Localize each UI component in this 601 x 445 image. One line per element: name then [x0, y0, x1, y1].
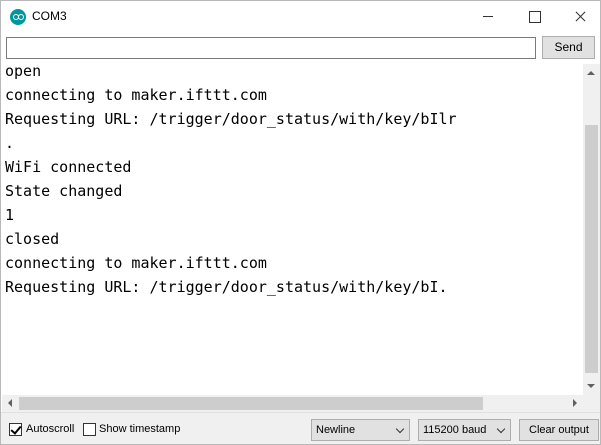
scrollbar-corner — [583, 395, 600, 412]
send-input[interactable] — [6, 37, 536, 59]
output-line: Requesting URL: /trigger/door_status/wit… — [5, 110, 457, 128]
baud-rate-select[interactable]: 115200 baud — [418, 419, 511, 441]
output-line: WiFi connected — [5, 158, 132, 176]
vertical-scrollbar[interactable] — [583, 64, 600, 395]
line-ending-select[interactable]: Newline — [311, 419, 410, 441]
minimize-icon[interactable] — [465, 1, 511, 32]
horizontal-scroll-thumb[interactable] — [19, 397, 483, 410]
line-ending-value: Newline — [316, 424, 356, 436]
chevron-down-icon — [496, 424, 506, 434]
horizontal-scrollbar[interactable] — [2, 395, 583, 412]
scroll-down-icon[interactable] — [583, 378, 600, 395]
scroll-left-icon[interactable] — [2, 395, 19, 412]
output-line: open — [5, 64, 42, 80]
output-line: connecting to maker.ifttt.com — [5, 254, 267, 272]
bottom-bar: Autoscroll Show timestamp Newline 115200… — [1, 412, 600, 444]
send-row: Send — [1, 32, 600, 64]
autoscroll-label[interactable]: Autoscroll — [26, 423, 74, 436]
arduino-icon — [10, 9, 26, 25]
output-line: State changed — [5, 182, 123, 200]
serial-monitor-window: COM3 Send open connecting to maker.ifttt… — [0, 0, 601, 445]
clear-output-button[interactable]: Clear output — [519, 419, 599, 441]
close-icon[interactable] — [557, 1, 601, 32]
window-title: COM3 — [32, 9, 67, 23]
timestamp-checkbox[interactable] — [83, 423, 96, 436]
vertical-scroll-thumb[interactable] — [585, 125, 598, 373]
title-bar: COM3 — [1, 1, 600, 32]
chevron-down-icon — [395, 424, 405, 434]
baud-rate-value: 115200 baud — [423, 424, 487, 436]
output-line: . — [5, 134, 15, 152]
output-line: Requesting URL: /trigger/door_status/wit… — [5, 278, 448, 296]
output-line: 1 — [5, 206, 15, 224]
timestamp-label[interactable]: Show timestamp — [99, 423, 180, 436]
output-line: connecting to maker.ifttt.com — [5, 86, 267, 104]
maximize-icon[interactable] — [511, 1, 557, 32]
serial-output[interactable]: open connecting to maker.ifttt.com Reque… — [2, 64, 583, 395]
output-line: closed — [5, 230, 60, 248]
scroll-right-icon[interactable] — [566, 395, 583, 412]
send-button[interactable]: Send — [542, 36, 595, 59]
autoscroll-checkbox[interactable] — [9, 423, 22, 436]
scroll-up-icon[interactable] — [583, 64, 600, 81]
